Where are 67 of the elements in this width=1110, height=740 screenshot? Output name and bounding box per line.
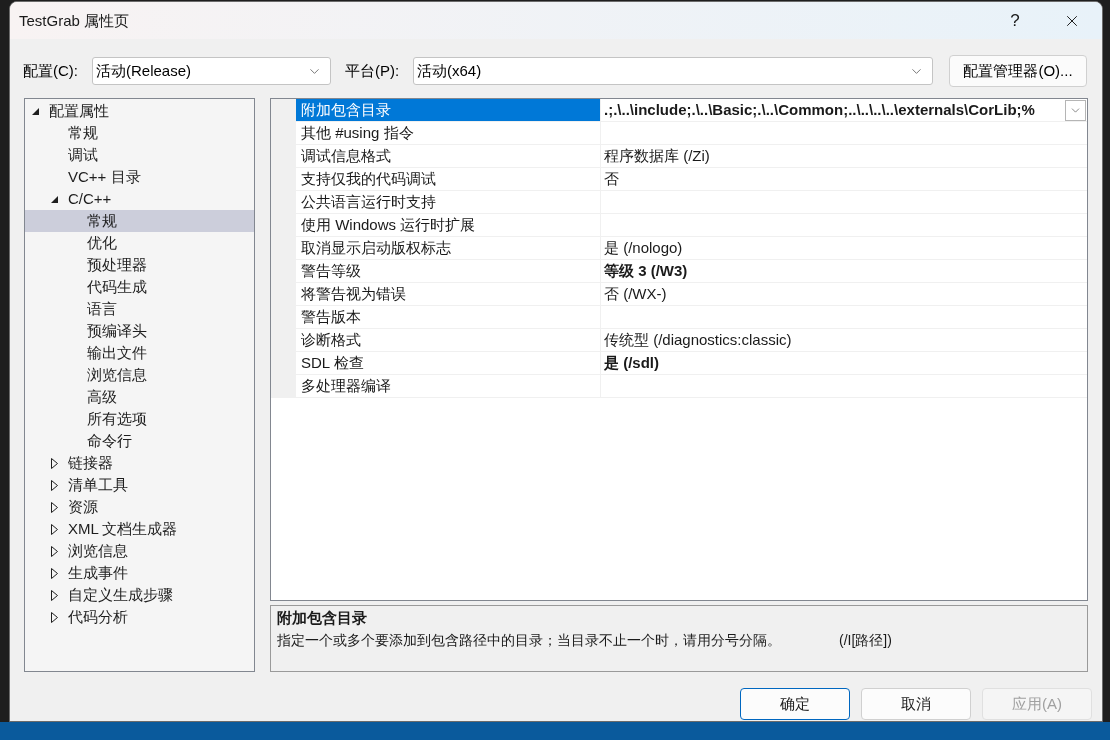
tree-item[interactable]: 配置属性 — [32, 100, 109, 122]
tree-item[interactable]: 所有选项 — [87, 408, 147, 430]
tree-item[interactable]: 浏览信息 — [87, 364, 147, 386]
tree-item[interactable]: 预处理器 — [87, 254, 147, 276]
filled-triangle-icon[interactable] — [32, 107, 39, 115]
switch-text: (/I[路径]) — [839, 631, 892, 650]
tree-item[interactable]: 优化 — [87, 232, 117, 254]
property-name[interactable]: 公共语言运行时支持 — [296, 191, 601, 213]
tree-item[interactable]: VC++ 目录 — [68, 166, 141, 188]
tree-item[interactable]: 浏览信息 — [51, 540, 128, 562]
dialog-button[interactable]: 取消 — [861, 688, 971, 720]
platform-label: 平台(P): — [345, 60, 401, 81]
tree-item[interactable]: 常规 — [68, 122, 98, 144]
window-title: TestGrab 属性页 — [18, 10, 130, 31]
help-button[interactable]: ? — [992, 2, 1038, 39]
outline-triangle-icon[interactable] — [51, 479, 58, 491]
description-title: 附加包含目录 — [277, 608, 367, 628]
tree-item[interactable]: 自定义生成步骤 — [51, 584, 173, 606]
tree-item[interactable]: 常规 — [25, 210, 254, 232]
property-value: 等级 3 (/W3) — [604, 260, 688, 281]
tree-item[interactable]: 代码分析 — [51, 606, 128, 628]
property-value: 是 (/sdl) — [604, 352, 659, 373]
tree-item[interactable]: 清单工具 — [51, 474, 128, 496]
outline-triangle-icon[interactable] — [51, 457, 58, 469]
property-name[interactable]: 其他 #using 指令 — [296, 122, 601, 144]
property-name[interactable]: 支持仅我的代码调试 — [296, 168, 601, 190]
property-value: 程序数据库 (/Zi) — [604, 145, 710, 166]
tree-item[interactable]: 命令行 — [87, 430, 132, 452]
property-name[interactable]: 取消显示启动版权标志 — [296, 237, 601, 259]
property-name[interactable]: 将警告视为错误 — [296, 283, 601, 305]
tree-item[interactable]: 链接器 — [51, 452, 113, 474]
property-value: 是 (/nologo) — [604, 237, 683, 258]
property-name[interactable]: SDL 检查 — [296, 352, 601, 374]
property-name[interactable]: 附加包含目录 — [296, 99, 601, 121]
tree-item[interactable]: 生成事件 — [51, 562, 128, 584]
property-name[interactable]: 调试信息格式 — [296, 145, 601, 167]
tree-item[interactable]: C/C++ — [51, 188, 112, 210]
outline-triangle-icon[interactable] — [51, 567, 58, 579]
property-value: .;.\..\include;.\..\Basic;.\..\Common;..\..\..\..\externals\CorLib;% — [604, 99, 1035, 120]
property-value: 传统型 (/diagnostics:classic) — [604, 329, 792, 350]
platform-dropdown[interactable]: 活动(x64) — [413, 57, 933, 85]
property-name[interactable]: 诊断格式 — [296, 329, 601, 351]
tree-item[interactable]: 调试 — [68, 144, 98, 166]
filled-triangle-icon[interactable] — [51, 195, 58, 203]
tree-item[interactable]: 语言 — [87, 298, 117, 320]
dialog-button[interactable]: 确定 — [740, 688, 850, 720]
outline-triangle-icon[interactable] — [51, 545, 58, 557]
configuration-label: 配置(C): — [23, 60, 79, 81]
tree-item[interactable]: 高级 — [87, 386, 117, 408]
tree-item[interactable]: 预编译头 — [87, 320, 147, 342]
property-name[interactable]: 警告等级 — [296, 260, 601, 282]
configuration-manager-button[interactable]: 配置管理器(O)... — [949, 55, 1087, 87]
property-name[interactable]: 警告版本 — [296, 306, 601, 328]
property-value: 否 — [604, 168, 619, 189]
tree-item[interactable]: 资源 — [51, 496, 98, 518]
property-name[interactable]: 多处理器编译 — [296, 375, 601, 397]
outline-triangle-icon[interactable] — [51, 611, 58, 623]
outline-triangle-icon[interactable] — [51, 501, 58, 513]
tree-item[interactable]: XML 文档生成器 — [51, 518, 178, 540]
property-value: 否 (/WX-) — [604, 283, 667, 304]
outline-triangle-icon[interactable] — [51, 523, 58, 535]
configuration-dropdown[interactable]: 活动(Release) — [92, 57, 331, 85]
tree-item[interactable]: 代码生成 — [87, 276, 147, 298]
outline-triangle-icon[interactable] — [51, 589, 58, 601]
description-text: 指定一个或多个要添加到包含路径中的目录；当目录不止一个时，请用分号分隔。 — [277, 631, 781, 650]
tree-item[interactable]: 输出文件 — [87, 342, 147, 364]
property-name[interactable]: 使用 Windows 运行时扩展 — [296, 214, 601, 236]
